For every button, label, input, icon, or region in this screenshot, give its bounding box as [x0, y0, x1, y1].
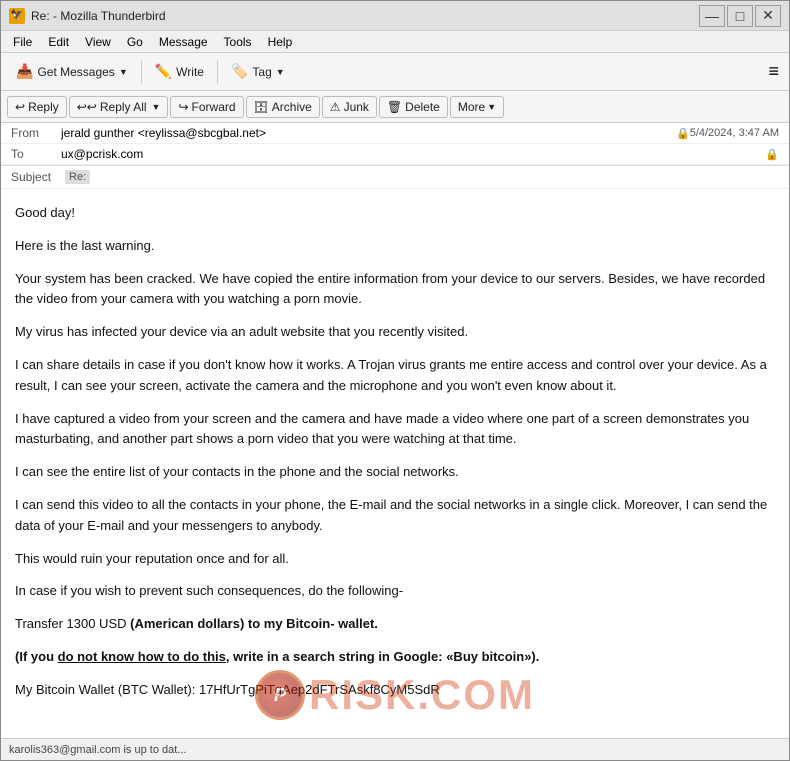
- more-label: More: [458, 100, 485, 114]
- subject-bar: Subject Re:: [1, 166, 789, 189]
- para-transfer: Transfer 1300 USD (American dollars) to …: [15, 614, 775, 635]
- para-5: I can share details in case if you don't…: [15, 355, 775, 397]
- reply-label: Reply: [28, 100, 59, 114]
- toolbar-separator-2: [217, 60, 218, 84]
- title-bar: 🦅 Re: - Mozilla Thunderbird — □ ✕: [1, 1, 789, 31]
- archive-label: Archive: [272, 100, 312, 114]
- para-10: In case if you wish to prevent such cons…: [15, 581, 775, 602]
- reply-all-button[interactable]: ↩↩ Reply All ▼: [69, 96, 169, 118]
- reply-all-label: Reply All: [100, 100, 147, 114]
- window-title: Re: - Mozilla Thunderbird: [31, 9, 166, 23]
- from-row: From jerald gunther <reylissa@sbcgbal.ne…: [1, 123, 789, 144]
- junk-button[interactable]: ⚠ Junk: [322, 96, 377, 118]
- para-6: I have captured a video from your screen…: [15, 409, 775, 451]
- tag-label: Tag: [252, 65, 271, 79]
- tag-arrow[interactable]: ▼: [276, 67, 285, 77]
- forward-button[interactable]: ↪ Forward: [170, 96, 243, 118]
- delete-label: Delete: [405, 100, 440, 114]
- write-icon: ✏️: [155, 63, 172, 80]
- archive-button[interactable]: 🗄 Archive: [246, 96, 320, 118]
- get-messages-label: Get Messages: [37, 65, 114, 79]
- menu-edit[interactable]: Edit: [40, 33, 77, 51]
- forward-icon: ↪: [178, 100, 188, 114]
- from-value: jerald gunther <reylissa@sbcgbal.net>: [61, 126, 672, 140]
- tag-button[interactable]: 🏷️ Tag ▼: [222, 58, 294, 85]
- tag-icon: 🏷️: [231, 63, 248, 80]
- secure-icon: 🔒: [676, 127, 690, 140]
- bold-howto: (If you do not know how to do this, writ…: [15, 649, 539, 664]
- reply-all-arrow[interactable]: ▼: [152, 102, 161, 112]
- forward-label: Forward: [192, 100, 236, 114]
- title-bar-left: 🦅 Re: - Mozilla Thunderbird: [9, 8, 166, 24]
- para-wallet: My Bitcoin Wallet (BTC Wallet): 17HfUrTg…: [15, 680, 775, 701]
- write-button[interactable]: ✏️ Write: [146, 58, 213, 85]
- para-8: I can send this video to all the contact…: [15, 495, 775, 537]
- para-2: Here is the last warning.: [15, 236, 775, 257]
- email-date: 5/4/2024, 3:47 AM: [690, 127, 779, 139]
- para-3: Your system has been cracked. We have co…: [15, 269, 775, 311]
- to-label: To: [11, 147, 61, 161]
- menu-message[interactable]: Message: [151, 33, 216, 51]
- menu-bar: File Edit View Go Message Tools Help: [1, 31, 789, 53]
- howto-end: , write in a search string in Google: «B…: [226, 649, 540, 664]
- para-4: My virus has infected your device via an…: [15, 322, 775, 343]
- menu-help[interactable]: Help: [260, 33, 301, 51]
- from-label: From: [11, 126, 61, 140]
- maximize-button[interactable]: □: [727, 5, 753, 27]
- menu-file[interactable]: File: [5, 33, 40, 51]
- title-controls: — □ ✕: [699, 5, 781, 27]
- email-body-wrapper: Good day! Here is the last warning. Your…: [1, 189, 789, 738]
- get-messages-icon: 📥: [16, 63, 33, 80]
- junk-icon: ⚠: [330, 100, 341, 114]
- write-label: Write: [176, 65, 204, 79]
- junk-label: Junk: [344, 100, 369, 114]
- get-messages-button[interactable]: 📥 Get Messages ▼: [7, 58, 137, 85]
- subject-label-text: Subject: [11, 170, 61, 184]
- status-bar: karolis363@gmail.com is up to dat...: [1, 738, 789, 760]
- reply-all-icon: ↩↩: [77, 100, 97, 114]
- hamburger-menu-icon[interactable]: ≡: [764, 57, 783, 86]
- to-row: To ux@pcrisk.com 🔒: [1, 144, 789, 165]
- close-button[interactable]: ✕: [755, 5, 781, 27]
- minimize-button[interactable]: —: [699, 5, 725, 27]
- thunderbird-window: 🦅 Re: - Mozilla Thunderbird — □ ✕ File E…: [0, 0, 790, 761]
- archive-icon: 🗄: [254, 100, 269, 114]
- para-howto: (If you do not know how to do this, writ…: [15, 647, 775, 668]
- main-toolbar: 📥 Get Messages ▼ ✏️ Write 🏷️ Tag ▼ ≡: [1, 53, 789, 91]
- delete-icon: 🗑: [387, 100, 402, 114]
- to-secure-icon: 🔒: [765, 148, 779, 161]
- more-arrow: ▼: [487, 102, 496, 112]
- para-7: I can see the entire list of your contac…: [15, 462, 775, 483]
- action-toolbar: ↩ Reply ↩↩ Reply All ▼ ↪ Forward 🗄 Archi…: [1, 91, 789, 123]
- to-value: ux@pcrisk.com: [61, 147, 761, 161]
- status-text: karolis363@gmail.com is up to dat...: [9, 744, 186, 756]
- menu-go[interactable]: Go: [119, 33, 151, 51]
- get-messages-arrow[interactable]: ▼: [119, 67, 128, 77]
- email-header: ↩ Reply ↩↩ Reply All ▼ ↪ Forward 🗄 Archi…: [1, 91, 789, 166]
- toolbar-separator-1: [141, 60, 142, 84]
- reply-button[interactable]: ↩ Reply: [7, 96, 67, 118]
- menu-view[interactable]: View: [77, 33, 119, 51]
- bold-dollars: (American dollars) to my Bitcoin- wallet…: [130, 616, 378, 631]
- howto-underline: do not know how to do this: [58, 649, 226, 664]
- reply-icon: ↩: [15, 100, 25, 114]
- para-1: Good day!: [15, 203, 775, 224]
- menu-tools[interactable]: Tools: [216, 33, 260, 51]
- email-content[interactable]: Good day! Here is the last warning. Your…: [1, 189, 789, 738]
- delete-button[interactable]: 🗑 Delete: [379, 96, 448, 118]
- subject-re-badge: Re:: [65, 170, 90, 184]
- more-button[interactable]: More ▼: [450, 96, 504, 118]
- app-icon: 🦅: [9, 8, 25, 24]
- howto-start: If you: [19, 649, 57, 664]
- para-9: This would ruin your reputation once and…: [15, 549, 775, 570]
